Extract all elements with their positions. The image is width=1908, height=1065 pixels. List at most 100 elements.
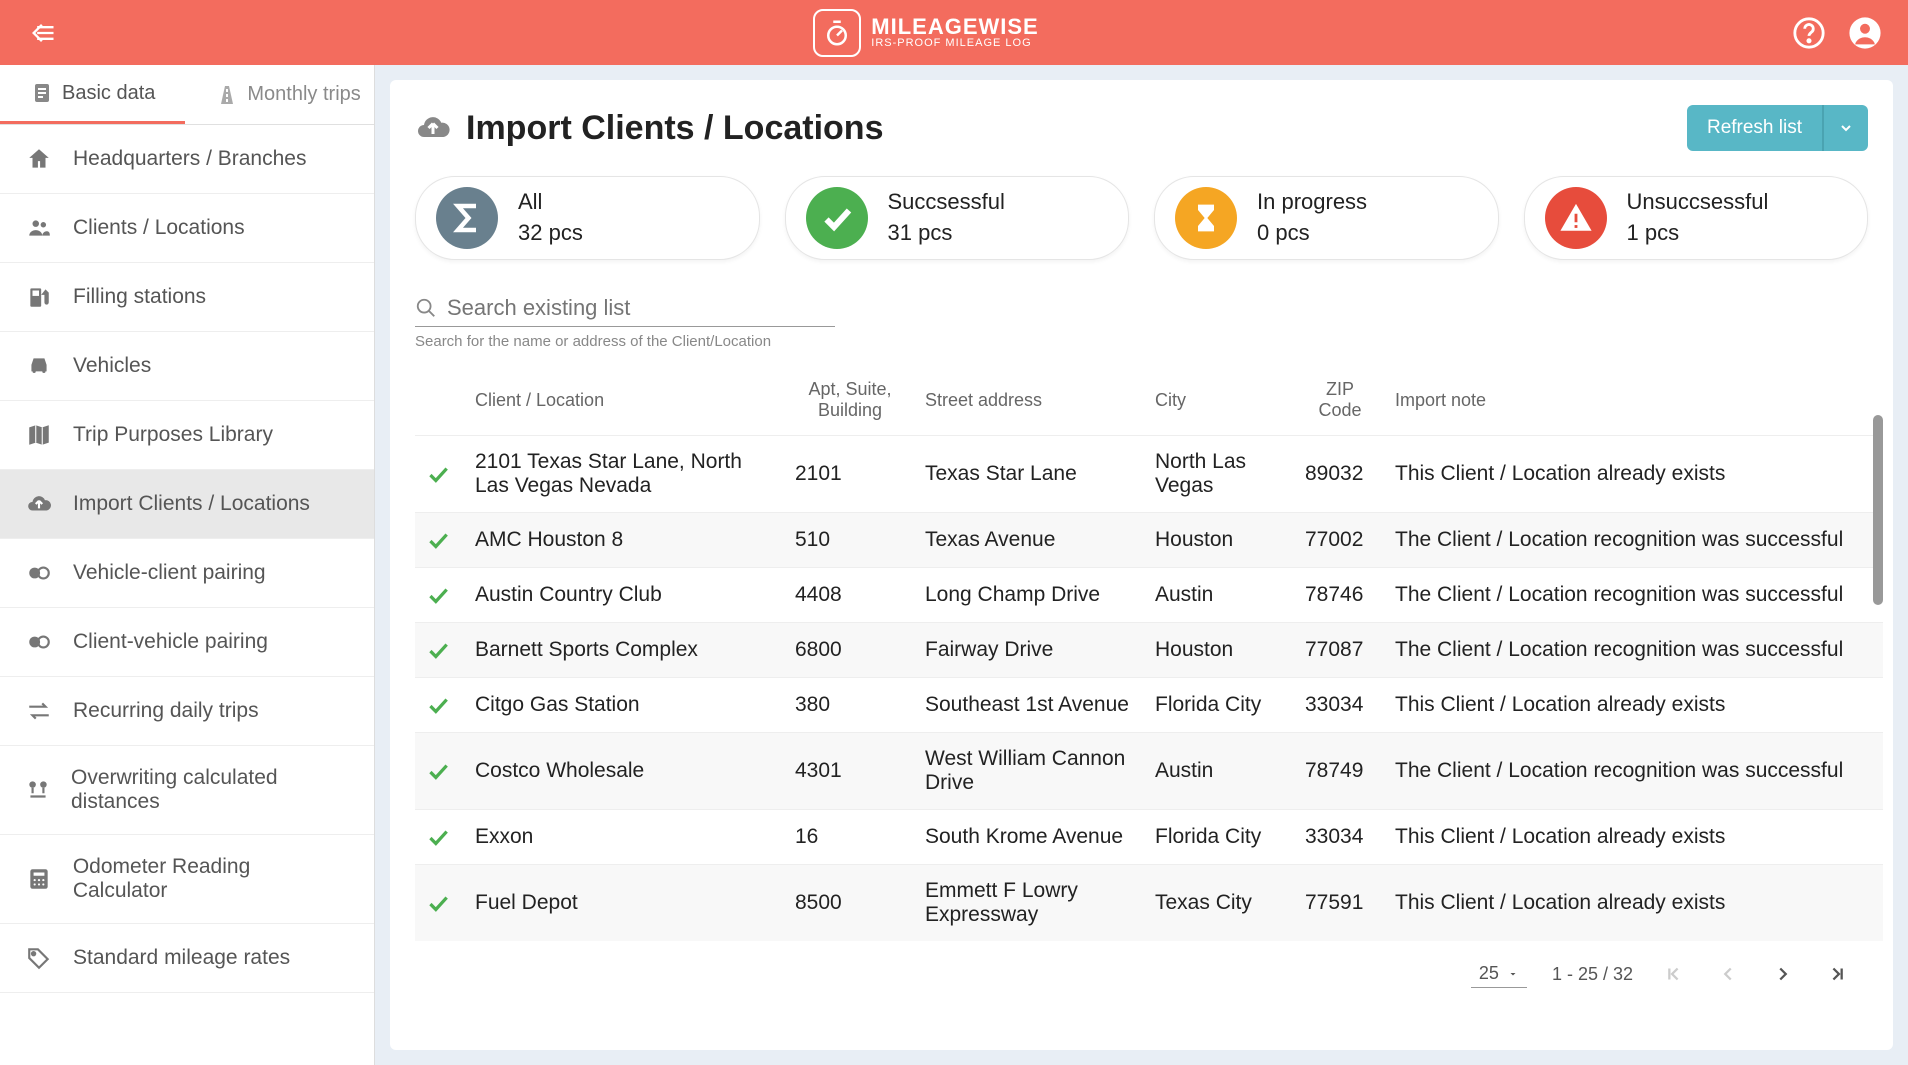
stat-successful[interactable]: Succsessful31 pcs [785, 176, 1130, 260]
logo-text: MILEAGEWISE IRS-PROOF MILEAGE LOG [871, 16, 1038, 49]
pair-icon [25, 559, 53, 587]
sidebar-item-tag[interactable]: Standard mileage rates [0, 924, 374, 993]
sidebar-item-pair[interactable]: Client-vehicle pairing [0, 608, 374, 677]
search-hint: Search for the name or address of the Cl… [415, 333, 1883, 350]
cell-city: Florida City [1145, 678, 1295, 733]
hourglass-icon [1175, 187, 1237, 249]
pins-icon [25, 776, 51, 804]
success-check-icon [425, 890, 455, 916]
page-title: Import Clients / Locations [415, 109, 883, 148]
table-row[interactable]: Costco Wholesale4301West William Cannon … [415, 733, 1883, 810]
cell-client: 2101 Texas Star Lane, North Las Vegas Ne… [465, 436, 785, 513]
cell-street: Emmett F Lowry Expressway [915, 865, 1145, 942]
sidebar-item-calc[interactable]: Odometer Reading Calculator [0, 835, 374, 924]
cell-note: The Client / Location recognition was su… [1385, 733, 1883, 810]
cell-note: This Client / Location already exists [1385, 678, 1883, 733]
table-row[interactable]: 2101 Texas Star Lane, North Las Vegas Ne… [415, 436, 1883, 513]
sidebar-item-label: Headquarters / Branches [73, 147, 306, 171]
page-first-button[interactable] [1658, 959, 1688, 989]
sidebar-item-map[interactable]: Trip Purposes Library [0, 401, 374, 470]
cell-zip: 77591 [1295, 865, 1385, 942]
pair-icon [25, 628, 53, 656]
table-row[interactable]: Austin Country Club4408Long Champ DriveA… [415, 568, 1883, 623]
content-area: Import Clients / Locations Refresh list … [390, 80, 1893, 1050]
tab-monthly-trips[interactable]: Monthly trips [185, 65, 390, 124]
table-row[interactable]: Fuel Depot8500Emmett F Lowry ExpresswayT… [415, 865, 1883, 942]
sidebar-item-label: Vehicle-client pairing [73, 561, 266, 585]
col-street: Street address [915, 365, 1145, 436]
cell-client: Fuel Depot [465, 865, 785, 942]
logo-icon [813, 9, 861, 57]
sidebar-item-label: Trip Purposes Library [73, 423, 273, 447]
sidebar-item-label: Overwriting calculated distances [71, 766, 349, 814]
cell-city: Austin [1145, 568, 1295, 623]
tab-basic-data[interactable]: Basic data [0, 65, 185, 124]
success-check-icon [425, 692, 455, 718]
table-row[interactable]: Exxon16South Krome AvenueFlorida City330… [415, 810, 1883, 865]
cell-client: Austin Country Club [465, 568, 785, 623]
col-apt: Apt, Suite, Building [785, 365, 915, 436]
cell-zip: 78749 [1295, 733, 1385, 810]
cell-city: Austin [1145, 733, 1295, 810]
sidebar-item-label: Standard mileage rates [73, 946, 290, 970]
page-prev-button[interactable] [1713, 959, 1743, 989]
help-button[interactable] [1791, 15, 1827, 51]
table-row[interactable]: Citgo Gas Station380Southeast 1st Avenue… [415, 678, 1883, 733]
dropdown-icon [1507, 968, 1519, 980]
success-check-icon [425, 461, 455, 487]
col-client: Client / Location [465, 365, 785, 436]
account-button[interactable] [1847, 15, 1883, 51]
sidebar-item-pins[interactable]: Overwriting calculated distances [0, 746, 374, 835]
sidebar-item-pair[interactable]: Vehicle-client pairing [0, 539, 374, 608]
success-check-icon [425, 637, 455, 663]
success-check-icon [425, 824, 455, 850]
car-icon [25, 352, 53, 380]
calc-icon [25, 865, 53, 893]
cell-street: Fairway Drive [915, 623, 1145, 678]
pagination: 25 1 - 25 / 32 [415, 941, 1883, 999]
col-note: Import note [1385, 365, 1883, 436]
refresh-dropdown-button[interactable] [1822, 105, 1868, 151]
cell-client: Barnett Sports Complex [465, 623, 785, 678]
sidebar-item-home[interactable]: Headquarters / Branches [0, 125, 374, 194]
page-next-button[interactable] [1768, 959, 1798, 989]
road-icon [215, 83, 239, 107]
table-row[interactable]: AMC Houston 8510Texas AvenueHouston77002… [415, 513, 1883, 568]
refresh-list-button[interactable]: Refresh list [1687, 105, 1822, 151]
sidebar-item-car[interactable]: Vehicles [0, 332, 374, 401]
cell-street: Texas Star Lane [915, 436, 1145, 513]
cell-zip: 33034 [1295, 678, 1385, 733]
stat-in-progress[interactable]: In progress0 pcs [1154, 176, 1499, 260]
chevron-down-icon [1838, 120, 1854, 136]
table-row[interactable]: Barnett Sports Complex6800Fairway DriveH… [415, 623, 1883, 678]
sidebar-item-upload[interactable]: Import Clients / Locations [0, 470, 374, 539]
home-icon [25, 145, 53, 173]
sidebar-item-repeat[interactable]: Recurring daily trips [0, 677, 374, 746]
sidebar-item-people[interactable]: Clients / Locations [0, 194, 374, 263]
cell-note: This Client / Location already exists [1385, 436, 1883, 513]
stat-all[interactable]: All32 pcs [415, 176, 760, 260]
sidebar-item-fuel[interactable]: Filling stations [0, 263, 374, 332]
repeat-icon [25, 697, 53, 725]
page-last-button[interactable] [1823, 959, 1853, 989]
col-city: City [1145, 365, 1295, 436]
clipboard-icon [30, 81, 54, 105]
sidebar-item-label: Import Clients / Locations [73, 492, 310, 516]
cell-city: North Las Vegas [1145, 436, 1295, 513]
page-size-select[interactable]: 25 [1471, 960, 1527, 988]
cloud-upload-icon [415, 110, 451, 146]
sidebar-item-label: Recurring daily trips [73, 699, 259, 723]
success-check-icon [425, 758, 455, 784]
stat-unsuccessful[interactable]: Unsuccsessful1 pcs [1524, 176, 1869, 260]
cell-street: South Krome Avenue [915, 810, 1145, 865]
cell-note: This Client / Location already exists [1385, 810, 1883, 865]
search-box[interactable] [415, 290, 835, 327]
scrollbar[interactable] [1873, 415, 1883, 605]
search-input[interactable] [447, 295, 835, 321]
cell-note: The Client / Location recognition was su… [1385, 623, 1883, 678]
check-icon [806, 187, 868, 249]
import-table: Client / Location Apt, Suite, Building S… [415, 365, 1883, 941]
upload-icon [25, 490, 53, 518]
collapse-sidebar-button[interactable] [25, 15, 61, 51]
cell-city: Texas City [1145, 865, 1295, 942]
